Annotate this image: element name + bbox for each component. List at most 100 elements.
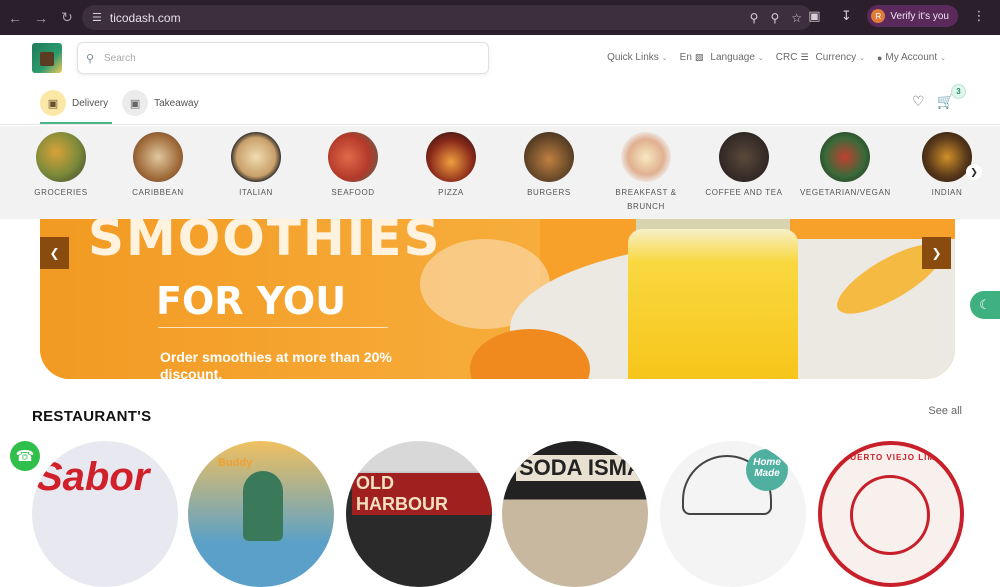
restaurant-logo-text: Buddy — [218, 457, 253, 469]
verify-profile-button[interactable]: R Verify it's you — [867, 5, 958, 27]
category-image — [922, 132, 972, 182]
restaurant-card[interactable]: PUERTO VIEJO LIMON — [818, 441, 964, 587]
tab-takeaway[interactable]: ▣ Takeaway — [122, 86, 199, 120]
category-label: VEGETARIAN/VEGAN — [800, 188, 891, 197]
forward-icon[interactable]: → — [28, 5, 54, 31]
location-icon[interactable]: ⚲ — [750, 11, 759, 25]
category-label: ITALIAN — [239, 188, 273, 197]
restaurant-logo-text: Home Made — [746, 449, 788, 491]
back-icon[interactable]: ← — [2, 5, 28, 31]
currency-code: CRC — [775, 52, 798, 63]
category-image — [524, 132, 574, 182]
download-icon[interactable]: ↧ — [835, 5, 857, 27]
banner-next-button[interactable]: ❯ — [922, 237, 951, 269]
account-label: My Account — [885, 52, 938, 63]
tab-delivery[interactable]: ▣ Delivery — [40, 86, 113, 124]
site-logo[interactable] — [32, 43, 62, 73]
category-item[interactable]: CARIBBEAN — [113, 132, 203, 200]
account-menu[interactable]: ● My Account ⌄ — [877, 52, 946, 63]
tab-takeaway-label: Takeaway — [154, 97, 199, 109]
language-label: Language — [710, 52, 755, 63]
currency-menu[interactable]: CRC ☰ Currency ⌄ — [776, 52, 865, 63]
category-image — [231, 132, 281, 182]
restaurant-logo-text: Sabor — [36, 455, 150, 499]
category-label: BREAKFAST & BRUNCH — [615, 188, 677, 211]
category-item[interactable]: VEGETARIAN/VEGAN — [800, 132, 890, 200]
category-item[interactable]: ITALIAN — [211, 132, 301, 200]
zoom-icon[interactable]: ⚲ — [770, 11, 779, 25]
dark-mode-moon-icon[interactable]: ☾ — [970, 291, 1000, 319]
see-all-link[interactable]: See all — [928, 405, 962, 417]
profile-avatar: R — [871, 9, 886, 23]
restaurant-card[interactable]: Home Made — [660, 441, 806, 587]
extensions-icon[interactable]: ▣ — [803, 5, 825, 27]
search-box[interactable]: ⚲ — [77, 42, 489, 74]
chevron-down-icon: ⌄ — [940, 54, 946, 62]
category-label: COFFEE AND TEA — [705, 188, 783, 197]
quick-links-label: Quick Links — [607, 52, 659, 63]
category-label: INDIAN — [931, 188, 963, 197]
chevron-down-icon: ⌄ — [661, 54, 668, 62]
bookmark-star-icon[interactable]: ☆ — [791, 11, 802, 25]
category-image — [820, 132, 870, 182]
url-text[interactable]: ticodash.com — [110, 11, 181, 25]
carousel-next-button[interactable]: ❯ — [966, 164, 982, 180]
restaurant-card[interactable]: Sabor — [32, 441, 178, 587]
site-header: ⚲ Quick Links ⌄ En ▧ Language ⌄ CRC ☰ Cu… — [0, 35, 1000, 125]
category-label: GROCERIES — [34, 188, 88, 197]
restaurant-card[interactable]: Buddy — [188, 441, 334, 587]
promo-banner[interactable]: SMOOTHIES FOR YOU Order smoothies at mor… — [40, 219, 955, 379]
category-item[interactable]: COFFEE AND TEA — [699, 132, 789, 200]
restaurant-logo-text: PUERTO VIEJO LIMON — [844, 453, 949, 462]
category-item[interactable]: SEAFOOD — [308, 132, 398, 200]
currency-label: Currency — [815, 52, 857, 63]
category-item[interactable]: PIZZA — [406, 132, 496, 200]
category-label: BURGERS — [527, 188, 571, 197]
top-nav: Quick Links ⌄ En ▧ Language ⌄ CRC ☰ Curr… — [607, 52, 946, 63]
quick-links-menu[interactable]: Quick Links ⌄ — [607, 52, 668, 63]
smoothie-jar-image — [628, 229, 798, 379]
restaurant-mascot-image — [243, 471, 283, 541]
browser-toolbar: ← → ↻ ☰ ticodash.com ⚲ ⚲ ☆ ▣ ↧ R Verify … — [0, 0, 1000, 35]
takeaway-icon: ▣ — [122, 90, 149, 116]
site-info-icon[interactable]: ☰ — [92, 11, 102, 24]
category-image — [426, 132, 476, 182]
banner-subtitle: Order smoothies at more than 20% discoun… — [160, 349, 392, 379]
reload-icon[interactable]: ↻ — [54, 5, 80, 31]
category-label: PIZZA — [438, 188, 464, 197]
cart-count-badge: 3 — [951, 84, 966, 99]
verify-label: Verify it's you — [890, 10, 949, 22]
delivery-icon: ▣ — [40, 90, 66, 116]
tab-delivery-label: Delivery — [72, 97, 109, 109]
restaurant-logo-text: OLD HARBOUR — [352, 473, 492, 515]
restaurant-card[interactable]: SODA ISMA — [502, 441, 648, 587]
banner-prev-button[interactable]: ❮ — [40, 237, 69, 269]
chevron-down-icon: ⌄ — [859, 54, 865, 62]
cart-button[interactable]: 🛒 3 — [937, 84, 966, 110]
pizza-illustration — [850, 475, 930, 555]
translate-icon: ▧ — [694, 52, 704, 62]
category-image — [133, 132, 183, 182]
language-code: En — [679, 52, 692, 63]
banner-title-line1: SMOOTHIES — [88, 219, 442, 267]
banner-title-line2: FOR YOU — [156, 279, 347, 323]
category-image — [36, 132, 86, 182]
menu-kebab-icon[interactable]: ⋮ — [968, 5, 990, 27]
category-item[interactable]: GROCERIES — [16, 132, 106, 200]
wishlist-heart-icon[interactable]: ♡ — [912, 93, 925, 110]
category-carousel: GROCERIES CARIBBEAN ITALIAN SEAFOOD PIZZ… — [0, 126, 1000, 219]
category-item[interactable]: BURGERS — [504, 132, 594, 200]
language-menu[interactable]: En ▧ Language ⌄ — [680, 52, 764, 63]
address-bar[interactable]: ☰ ticodash.com ⚲ ⚲ ☆ — [82, 5, 812, 30]
restaurants-heading: RESTAURANT'S — [32, 408, 152, 425]
category-label: CARIBBEAN — [132, 188, 184, 197]
restaurant-card[interactable]: OLD HARBOUR — [346, 441, 492, 587]
category-image — [328, 132, 378, 182]
category-image — [719, 132, 769, 182]
search-input[interactable] — [104, 52, 464, 64]
category-label: SEAFOOD — [331, 188, 375, 197]
whatsapp-chat-icon[interactable]: ☎ — [10, 441, 40, 471]
currency-icon: ☰ — [800, 52, 809, 62]
order-mode-tabs: ▣ Delivery ▣ Takeaway — [40, 86, 213, 124]
category-item[interactable]: BREAKFAST & BRUNCH — [601, 132, 691, 214]
